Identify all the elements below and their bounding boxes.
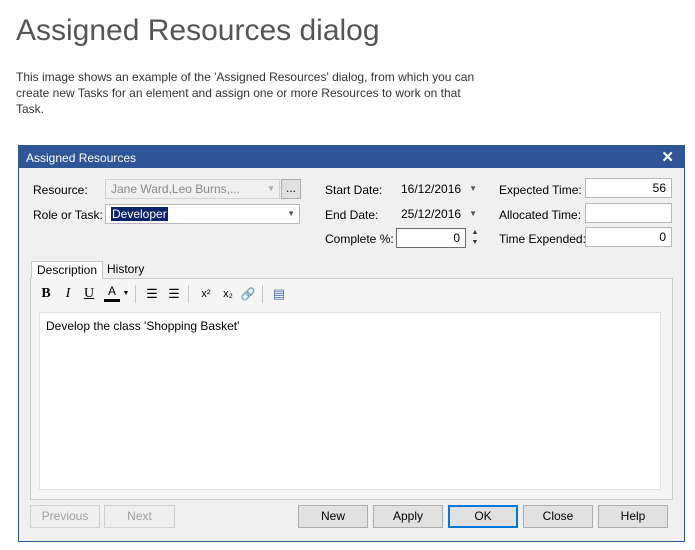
chevron-down-icon[interactable]: ▼ [469, 180, 477, 198]
end-date-picker[interactable]: 25/12/2016 ▼ [395, 204, 482, 224]
expected-time-label: Expected Time: [499, 183, 582, 197]
expected-time-input[interactable]: 56 [585, 178, 672, 198]
bold-button[interactable]: B [39, 284, 53, 304]
new-button[interactable]: New [298, 505, 368, 528]
start-date-value: 16/12/2016 [401, 182, 462, 196]
resource-value: Jane Ward,Leo Burns,... [111, 182, 240, 196]
role-label: Role or Task: [33, 208, 103, 222]
italic-button[interactable]: I [61, 284, 75, 304]
note-icon[interactable]: ▤ [271, 284, 287, 304]
description-editor[interactable]: Develop the class 'Shopping Basket' [39, 312, 661, 490]
assigned-resources-dialog: Assigned Resources ✕ Resource: Jane Ward… [18, 145, 685, 542]
chevron-down-icon: ▼ [267, 184, 275, 193]
ok-button[interactable]: OK [448, 505, 518, 528]
close-icon[interactable]: ✕ [661, 148, 674, 166]
dialog-titlebar: Assigned Resources ✕ [19, 146, 684, 168]
browse-resources-button[interactable]: ... [281, 179, 301, 199]
time-expended-input[interactable]: 0 [585, 227, 672, 247]
complete-spinner[interactable]: ▲ ▼ [468, 228, 482, 248]
role-value: Developer [111, 207, 168, 221]
resource-label: Resource: [33, 183, 88, 197]
page-title: Assigned Resources dialog [16, 14, 380, 47]
tab-history[interactable]: History [102, 261, 149, 279]
superscript-icon[interactable]: x² [197, 284, 215, 304]
help-button[interactable]: Help [598, 505, 668, 528]
close-button[interactable]: Close [523, 505, 593, 528]
complete-input[interactable]: 0 [396, 228, 466, 248]
page-description: This image shows an example of the 'Assi… [16, 70, 475, 116]
allocated-time-label: Allocated Time: [499, 208, 582, 222]
start-date-label: Start Date: [325, 183, 383, 197]
chevron-down-icon[interactable]: ▼ [287, 205, 295, 223]
next-button[interactable]: Next [104, 505, 175, 528]
hyperlink-icon[interactable]: 🔗 [239, 284, 257, 304]
bullet-list-icon[interactable]: ☰ [144, 284, 160, 304]
numbered-list-icon[interactable]: ☰ [166, 284, 182, 304]
apply-button[interactable]: Apply [373, 505, 443, 528]
chevron-down-icon[interactable]: ▼ [122, 284, 130, 304]
subscript-icon[interactable]: x₂ [219, 284, 237, 304]
description-text: Develop the class 'Shopping Basket' [46, 319, 240, 333]
dialog-title: Assigned Resources [26, 151, 137, 165]
allocated-time-input[interactable] [585, 203, 672, 223]
start-date-picker[interactable]: 16/12/2016 ▼ [395, 179, 482, 199]
complete-label: Complete %: [325, 232, 394, 246]
previous-button[interactable]: Previous [30, 505, 100, 528]
resource-combo: Jane Ward,Leo Burns,... ▼ [105, 179, 280, 199]
time-expended-label: Time Expended: [499, 232, 586, 246]
formatting-toolbar: B I U A ▼ ☰ ☰ x² x₂ 🔗 ▤ [31, 281, 672, 307]
end-date-value: 25/12/2016 [401, 207, 462, 221]
font-color-button[interactable]: A [104, 284, 120, 302]
role-combo[interactable]: Developer ▼ [105, 204, 300, 224]
chevron-down-icon[interactable]: ▼ [469, 205, 477, 223]
underline-button[interactable]: U [81, 284, 97, 304]
tab-description[interactable]: Description [31, 261, 104, 279]
end-date-label: End Date: [325, 208, 379, 222]
